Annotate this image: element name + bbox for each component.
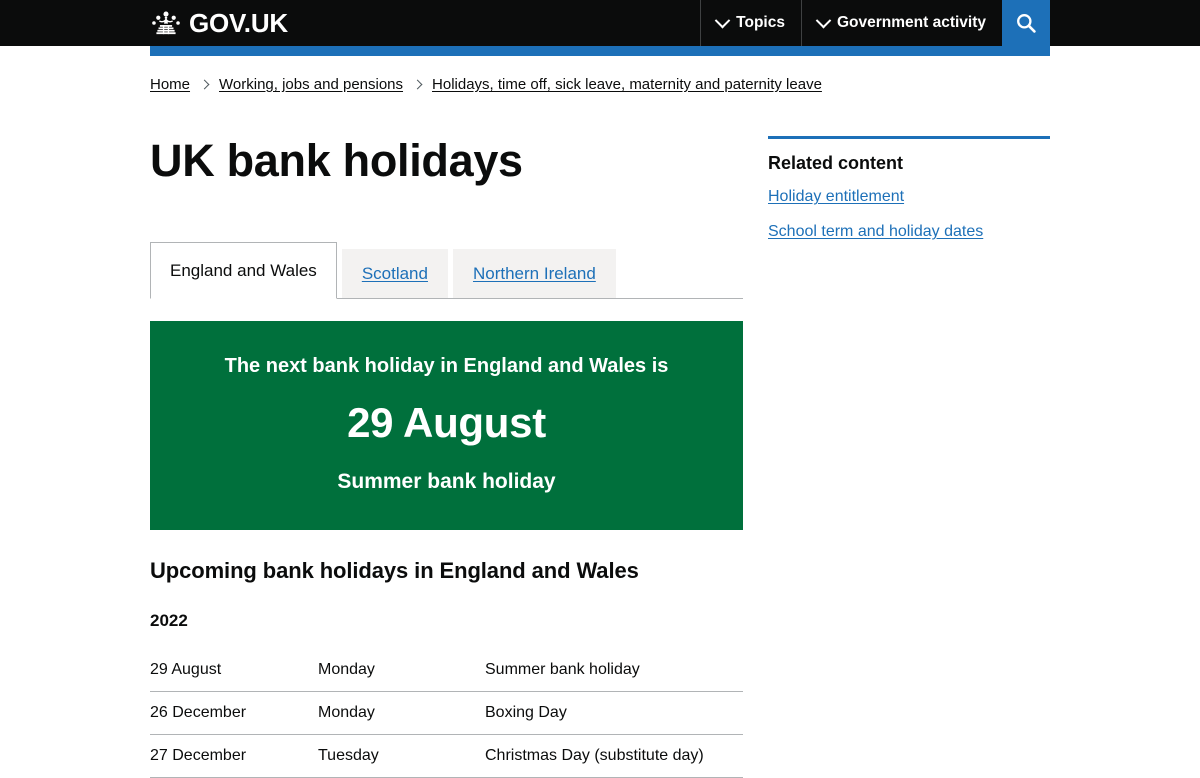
nav-item-government-activity[interactable]: Government activity: [800, 0, 1002, 46]
breadcrumb-item-working-jobs-and-pensions[interactable]: Working, jobs and pensions: [219, 75, 403, 95]
nav-item-topics[interactable]: Topics: [700, 0, 801, 46]
table-row: 27 December Tuesday Christmas Day (subst…: [150, 734, 743, 778]
section-heading: Upcoming bank holidays in England and Wa…: [150, 558, 639, 584]
holiday-name: Summer bank holiday: [485, 648, 743, 692]
table-row: 29 August Monday Summer bank holiday: [150, 648, 743, 692]
related-content-list: Holiday entitlement School term and holi…: [768, 187, 1050, 243]
tab-northern-ireland-label[interactable]: Northern Ireland: [453, 249, 616, 298]
related-link-holiday-entitlement[interactable]: Holiday entitlement: [768, 188, 904, 205]
year-heading: 2022: [150, 610, 188, 630]
tab-northern-ireland[interactable]: Northern Ireland: [452, 248, 616, 298]
bank-holidays-table: 29 August Monday Summer bank holiday 26 …: [150, 648, 743, 778]
header-accent-bar: [150, 46, 1050, 56]
tabs: England and Wales Scotland Northern Irel…: [150, 241, 743, 299]
holiday-day: Monday: [318, 691, 485, 735]
holiday-day: Tuesday: [318, 734, 485, 778]
chevron-down-icon: [815, 12, 832, 28]
govuk-logo-link[interactable]: GOV.UK: [150, 10, 288, 36]
holiday-name: Boxing Day: [485, 691, 743, 735]
chevron-right-icon: [199, 79, 210, 90]
chevron-down-icon: [714, 12, 731, 28]
table-row: 26 December Monday Boxing Day: [150, 691, 743, 735]
callout-lead-text: The next bank holiday in England and Wal…: [224, 354, 669, 377]
sidebar: Related content Holiday entitlement Scho…: [768, 135, 1050, 778]
search-icon: [1017, 14, 1036, 33]
crown-icon: [150, 10, 182, 36]
nav-item-government-activity-label: Government activity: [836, 14, 986, 31]
related-content-heading: Related content: [768, 152, 904, 173]
list-item: School term and holiday dates: [768, 222, 1050, 243]
holiday-date: 26 December: [150, 691, 318, 735]
holiday-name: Christmas Day (substitute day): [485, 734, 743, 778]
nav-item-topics-label: Topics: [736, 14, 785, 31]
tab-list: England and Wales Scotland Northern Irel…: [150, 241, 743, 299]
holiday-date: 27 December: [150, 734, 318, 778]
callout-holiday-name: Summer bank holiday: [337, 469, 556, 493]
related-link-school-term-and-holiday-dates[interactable]: School term and holiday dates: [768, 223, 983, 240]
next-holiday-callout: The next bank holiday in England and Wal…: [150, 320, 743, 531]
tab-scotland-label[interactable]: Scotland: [342, 249, 448, 298]
holiday-date: 29 August: [150, 648, 318, 692]
related-content: Related content Holiday entitlement Scho…: [768, 135, 1050, 243]
tab-england-and-wales-label: England and Wales: [170, 260, 317, 280]
search-button[interactable]: [1002, 0, 1050, 46]
page-title: UK bank holidays: [150, 134, 523, 186]
holiday-day: Monday: [318, 648, 485, 692]
tab-scotland[interactable]: Scotland: [341, 248, 448, 298]
tab-england-and-wales[interactable]: England and Wales: [150, 241, 337, 299]
breadcrumb-item-holidays-time-off[interactable]: Holidays, time off, sick leave, maternit…: [432, 75, 822, 95]
header-accent-bar-wrapper: [0, 46, 1200, 56]
main-column: UK bank holidays England and Wales Scotl…: [150, 134, 743, 778]
chevron-right-icon: [412, 79, 423, 90]
header-navigation: Topics Government activity: [700, 0, 1050, 46]
govuk-logo-text: GOV.UK: [189, 8, 288, 38]
callout-date: 29 August: [347, 398, 546, 446]
list-item: Holiday entitlement: [768, 187, 1050, 208]
breadcrumb: Home Working, jobs and pensions Holidays…: [150, 56, 1050, 95]
global-header: GOV.UK Topics Government activity: [0, 0, 1200, 46]
breadcrumb-item-home[interactable]: Home: [150, 75, 190, 95]
